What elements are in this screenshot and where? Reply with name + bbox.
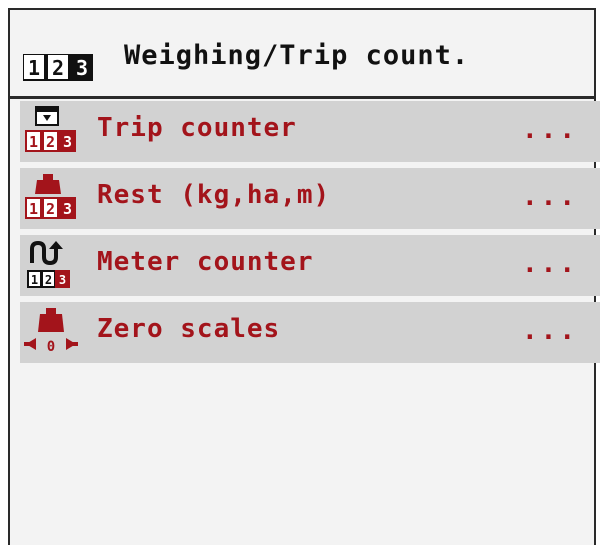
svg-text:2: 2 — [45, 273, 52, 287]
rest-weight-icon: 1 2 3 — [24, 172, 78, 226]
trip-counter-icon: 1 2 3 — [24, 105, 78, 159]
svg-text:3: 3 — [59, 273, 66, 287]
menu-item-meter-counter[interactable]: 1 2 3 Meter counter ... — [20, 235, 600, 296]
header-divider — [10, 96, 594, 99]
terminal-screen: 1 2 3 Weighing/Trip count. 1 2 3 Trip co… — [8, 8, 600, 545]
svg-text:0: 0 — [47, 339, 55, 355]
menu-item-zero-scales[interactable]: 0 Zero scales ... — [20, 302, 600, 363]
svg-text:2: 2 — [46, 200, 55, 218]
menu-item-rest[interactable]: 1 2 3 Rest (kg,ha,m) ... — [20, 168, 600, 229]
counter-icon: 1 2 3 — [22, 53, 94, 86]
svg-text:1: 1 — [28, 56, 40, 80]
meter-counter-icon: 1 2 3 — [24, 239, 78, 293]
svg-text:3: 3 — [63, 133, 72, 151]
page-title: Weighing/Trip count. — [124, 40, 470, 71]
svg-text:1: 1 — [29, 133, 38, 151]
menu-item-label: Meter counter — [97, 247, 314, 277]
menu-list: 1 2 3 Trip counter ... 1 2 3 Rest (kg,ha… — [20, 101, 600, 369]
svg-text:3: 3 — [63, 200, 72, 218]
menu-item-trip-counter[interactable]: 1 2 3 Trip counter ... — [20, 101, 600, 162]
menu-item-label: Zero scales — [97, 314, 281, 344]
menu-item-label: Rest (kg,ha,m) — [97, 180, 331, 210]
header: 1 2 3 Weighing/Trip count. — [10, 10, 594, 96]
more-indicator: ... — [522, 249, 578, 279]
more-indicator: ... — [522, 182, 578, 212]
menu-item-label: Trip counter — [97, 113, 297, 143]
zero-scales-icon: 0 — [24, 306, 78, 360]
svg-text:2: 2 — [52, 56, 64, 80]
svg-text:1: 1 — [29, 200, 38, 218]
more-indicator: ... — [522, 115, 578, 145]
more-indicator: ... — [522, 316, 578, 346]
svg-text:3: 3 — [76, 56, 88, 80]
svg-text:2: 2 — [46, 133, 55, 151]
svg-text:1: 1 — [31, 273, 38, 287]
